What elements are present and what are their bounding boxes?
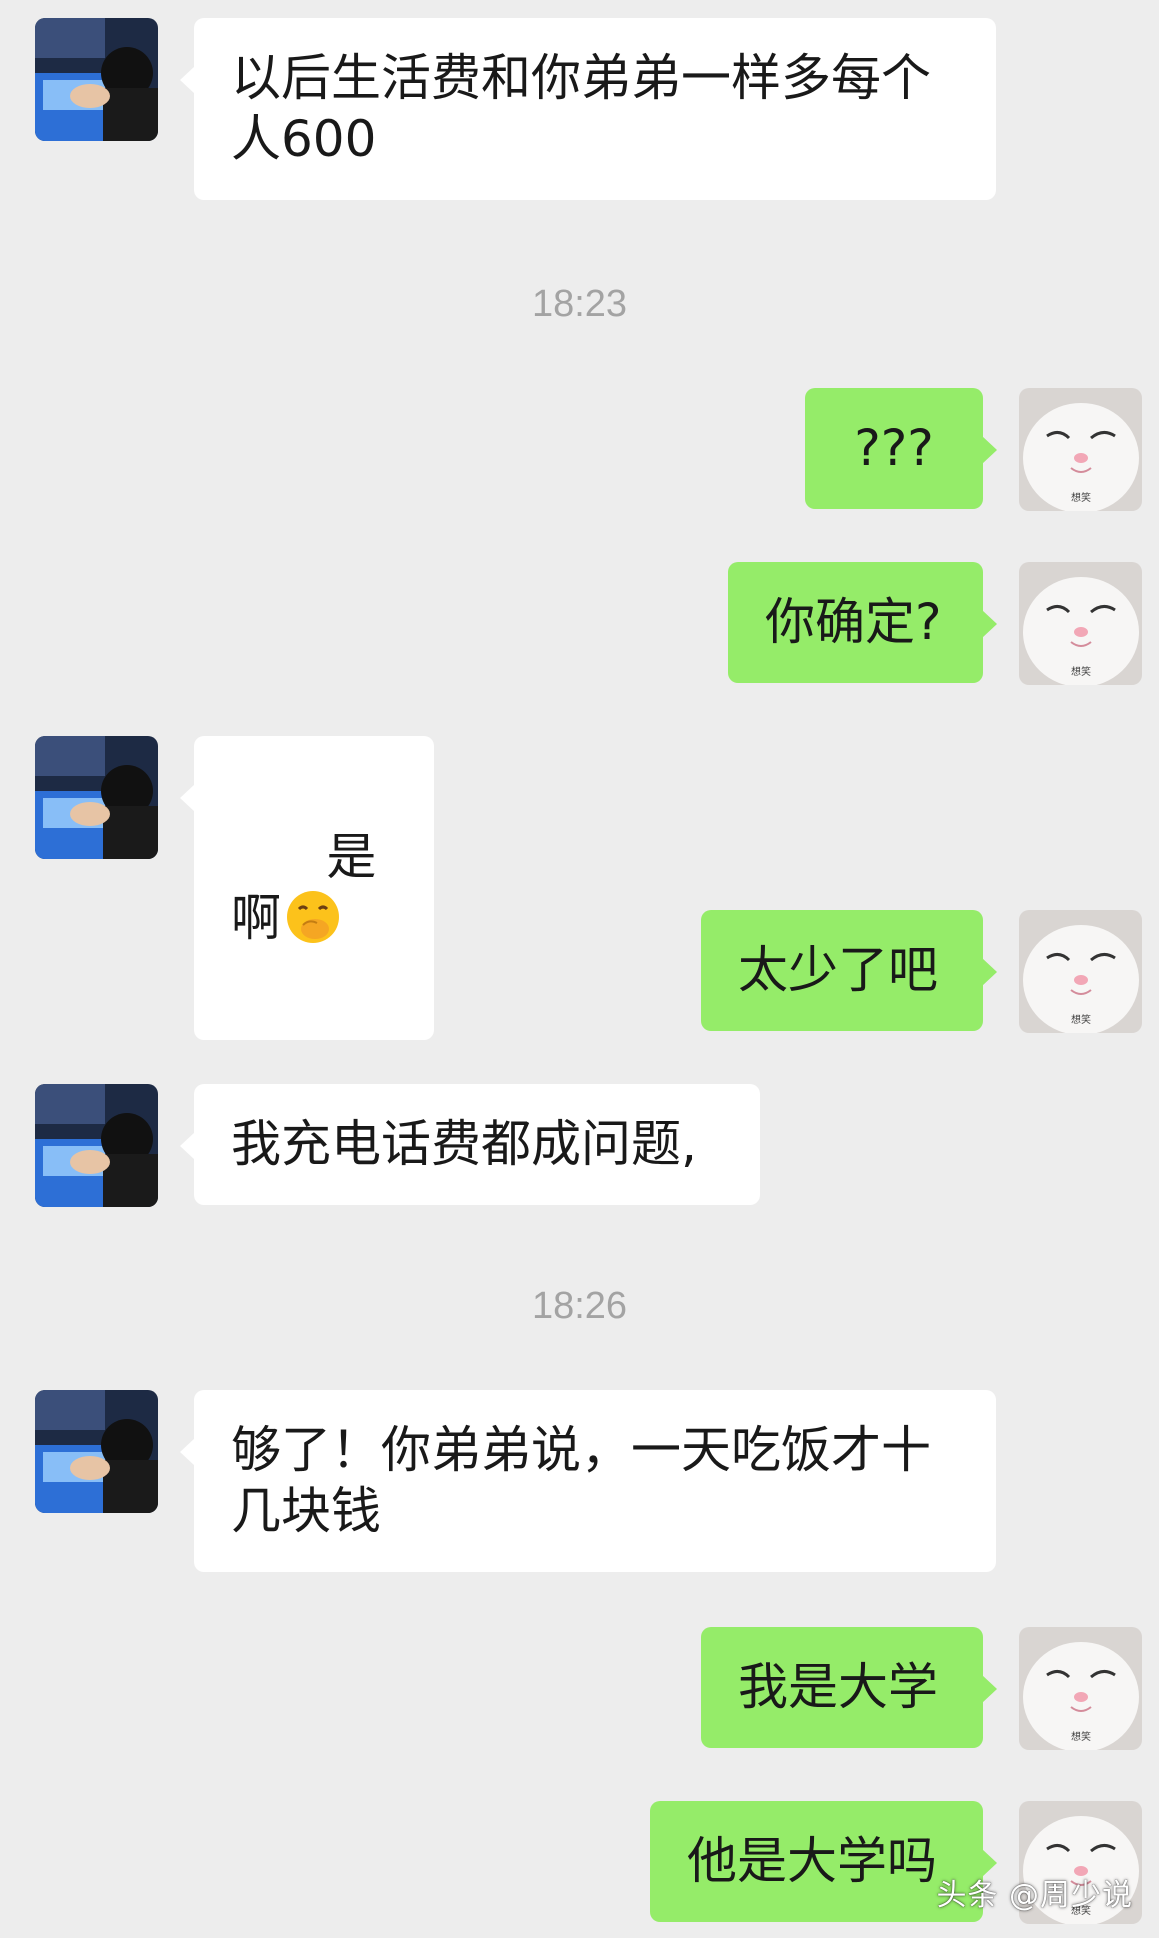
chat-conversation: 以后生活费和你弟弟一样多每个人600 18:23 ??? 想笑 你确定? 想笑 …	[0, 0, 1159, 1938]
outgoing-message-bubble[interactable]: 太少了吧	[701, 910, 997, 1031]
contact-avatar[interactable]	[35, 1390, 158, 1513]
message-timestamp: 18:26	[531, 1285, 628, 1327]
face-with-hand-over-mouth-emoji-icon	[287, 891, 339, 943]
avatar-caption: 想笑	[1071, 491, 1091, 504]
gaming-person-avatar-icon	[35, 18, 158, 141]
gaming-person-avatar-icon	[35, 1390, 158, 1513]
outgoing-message-bubble[interactable]: 他是大学吗	[650, 1801, 997, 1922]
white-cat-avatar-icon: 想笑	[1019, 388, 1142, 511]
gaming-person-avatar-icon	[35, 736, 158, 859]
avatar-caption: 想笑	[1071, 1013, 1091, 1026]
incoming-message-bubble[interactable]: 是啊	[180, 736, 434, 1040]
contact-avatar[interactable]	[35, 736, 158, 859]
incoming-message-bubble[interactable]: 以后生活费和你弟弟一样多每个人600	[180, 18, 996, 200]
message-timestamp: 18:23	[531, 283, 628, 325]
outgoing-message-bubble[interactable]: 我是大学	[701, 1627, 997, 1748]
outgoing-message-bubble[interactable]: ???	[805, 388, 997, 509]
outgoing-message-bubble[interactable]: 你确定?	[728, 562, 997, 683]
white-cat-avatar-icon: 想笑	[1019, 1627, 1142, 1750]
incoming-message-bubble[interactable]: 够了！你弟弟说，一天吃饭才十几块钱	[180, 1390, 996, 1572]
avatar-caption: 想笑	[1071, 1730, 1091, 1743]
user-avatar[interactable]: 想笑	[1019, 1627, 1142, 1750]
avatar-caption: 想笑	[1071, 665, 1091, 678]
contact-avatar[interactable]	[35, 1084, 158, 1207]
watermark-text: 头条 @周少说	[936, 1878, 1133, 1913]
user-avatar[interactable]: 想笑	[1019, 388, 1142, 511]
user-avatar[interactable]: 想笑	[1019, 910, 1142, 1033]
white-cat-avatar-icon: 想笑	[1019, 562, 1142, 685]
gaming-person-avatar-icon	[35, 1084, 158, 1207]
white-cat-avatar-icon: 想笑	[1019, 910, 1142, 1033]
contact-avatar[interactable]	[35, 18, 158, 141]
user-avatar[interactable]: 想笑	[1019, 562, 1142, 685]
incoming-message-bubble[interactable]: 我充电话费都成问题,	[180, 1084, 760, 1205]
